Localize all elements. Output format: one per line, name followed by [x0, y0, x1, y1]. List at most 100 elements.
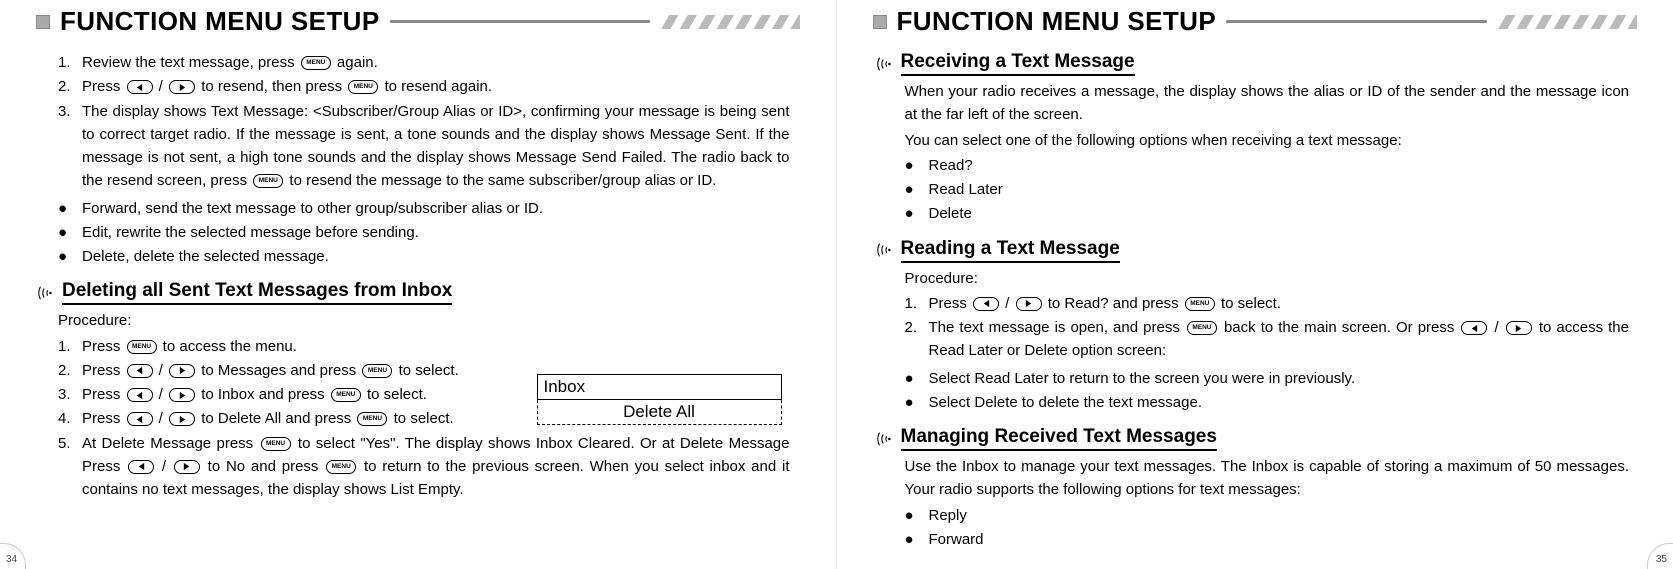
- radio-waves-icon: [875, 53, 893, 75]
- list-item: 2.The text message is open, and press ME…: [905, 316, 1630, 363]
- list-item: 1.Press / to Read? and press MENU to sel…: [905, 292, 1630, 315]
- left-arrow-key-icon: [127, 388, 153, 402]
- bullet-icon: ●: [905, 391, 929, 414]
- left-arrow-key-icon: [973, 297, 999, 311]
- right-arrow-key-icon: [174, 460, 200, 474]
- list-number: 1.: [905, 292, 929, 315]
- menu-key-icon: MENU: [301, 56, 331, 70]
- list-item: 2.Press / to resend, then press MENU to …: [58, 75, 790, 98]
- procedure-label: Procedure:: [58, 309, 790, 332]
- header-row: FUNCTION MENU SETUP: [873, 6, 1638, 37]
- list-text: Reply: [929, 504, 967, 527]
- section-title: Receiving a Text Message: [901, 51, 1135, 76]
- list-item: ●Read Later: [905, 178, 1630, 201]
- list-text: Press / to Messages and press MENU to se…: [82, 359, 602, 382]
- header-title-right: FUNCTION MENU SETUP: [897, 6, 1217, 37]
- left-top-bullet-list: ●Forward, send the text message to other…: [58, 197, 790, 269]
- page-number-left: 34: [6, 554, 17, 565]
- bullet-icon: ●: [905, 202, 929, 225]
- list-item: ●Delete: [905, 202, 1630, 225]
- paragraph: When your radio receives a message, the …: [905, 80, 1630, 127]
- bullet-icon: ●: [905, 154, 929, 177]
- menu-key-icon: MENU: [357, 412, 387, 426]
- menu-key-icon: MENU: [261, 437, 291, 451]
- bullet-icon: ●: [905, 367, 929, 390]
- menu-key-icon: MENU: [127, 340, 157, 354]
- list-text: Read Later: [929, 178, 1003, 201]
- list-number: 1.: [58, 335, 82, 358]
- right-a-bullet-list: ●Read? ●Read Later ●Delete: [905, 154, 1630, 226]
- list-item: ●Forward: [905, 528, 1630, 551]
- right-body: Receiving a Text Message When your radio…: [873, 51, 1638, 551]
- paragraph: You can select one of the following opti…: [905, 129, 1630, 152]
- header-bullet-box: [873, 15, 887, 29]
- bullet-icon: ●: [58, 197, 82, 220]
- section-title: Deleting all Sent Text Messages from Inb…: [62, 280, 452, 305]
- list-text: Select Delete to delete the text message…: [929, 391, 1203, 414]
- list-item: ●Select Read Later to return to the scre…: [905, 367, 1630, 390]
- left-arrow-key-icon: [1461, 321, 1487, 335]
- right-arrow-key-icon: [1016, 297, 1042, 311]
- list-item: 3.The display shows Text Message: <Subsc…: [58, 100, 790, 193]
- list-number: 2.: [58, 75, 82, 98]
- list-number: 5.: [58, 432, 82, 455]
- menu-key-icon: MENU: [326, 460, 356, 474]
- list-item: 1.Review the text message, press MENU ag…: [58, 51, 790, 74]
- list-item: ●Edit, rewrite the selected message befo…: [58, 221, 790, 244]
- list-text: Edit, rewrite the selected message befor…: [82, 221, 419, 244]
- page-number-right: 35: [1656, 554, 1667, 565]
- right-b-numbered-list: 1.Press / to Read? and press MENU to sel…: [905, 292, 1630, 363]
- right-arrow-key-icon: [169, 364, 195, 378]
- header-hatch-icon: [660, 15, 800, 29]
- left-top-numbered-list: 1.Review the text message, press MENU ag…: [58, 51, 790, 193]
- right-arrow-key-icon: [1506, 321, 1532, 335]
- left-arrow-key-icon: [127, 80, 153, 94]
- page-left: FUNCTION MENU SETUP 1.Review the text me…: [0, 0, 837, 569]
- section-heading-deleting: Deleting all Sent Text Messages from Inb…: [36, 280, 790, 305]
- list-text: Press MENU to access the menu.: [82, 335, 790, 358]
- list-text: Forward: [929, 528, 984, 551]
- menu-key-icon: MENU: [362, 364, 392, 378]
- bullet-icon: ●: [58, 221, 82, 244]
- section-title: Reading a Text Message: [901, 238, 1120, 263]
- list-text: Press / to resend, then press MENU to re…: [82, 75, 790, 98]
- list-item: 1.Press MENU to access the menu.: [58, 335, 790, 358]
- list-text: Delete: [929, 202, 972, 225]
- list-item: ●Forward, send the text message to other…: [58, 197, 790, 220]
- list-text: Delete, delete the selected message.: [82, 245, 329, 268]
- list-number: 2.: [905, 316, 929, 339]
- screen-illustration: Inbox Delete All: [537, 374, 782, 425]
- left-arrow-key-icon: [128, 460, 154, 474]
- list-number: 3.: [58, 100, 82, 123]
- radio-waves-icon: [36, 282, 54, 304]
- right-arrow-key-icon: [169, 388, 195, 402]
- list-text: The text message is open, and press MENU…: [929, 316, 1630, 363]
- bullet-icon: ●: [905, 504, 929, 527]
- bullet-icon: ●: [905, 528, 929, 551]
- list-item: ●Select Delete to delete the text messag…: [905, 391, 1630, 414]
- radio-waves-icon: [875, 428, 893, 450]
- list-text: Select Read Later to return to the scree…: [929, 367, 1356, 390]
- list-text: At Delete Message press MENU to select "…: [82, 432, 790, 502]
- list-text: Forward, send the text message to other …: [82, 197, 543, 220]
- list-text: Read?: [929, 154, 973, 177]
- list-text: Press / to Inbox and press MENU to selec…: [82, 383, 602, 406]
- list-text: Review the text message, press MENU agai…: [82, 51, 790, 74]
- right-b-bullet-list: ●Select Read Later to return to the scre…: [905, 367, 1630, 415]
- list-number: 1.: [58, 51, 82, 74]
- list-item: ●Read?: [905, 154, 1630, 177]
- right-arrow-key-icon: [169, 412, 195, 426]
- left-arrow-key-icon: [127, 364, 153, 378]
- list-text: Press / to Read? and press MENU to selec…: [929, 292, 1630, 315]
- bullet-icon: ●: [905, 178, 929, 201]
- list-number: 2.: [58, 359, 82, 382]
- section-heading-receiving: Receiving a Text Message: [875, 51, 1630, 76]
- paragraph: Use the Inbox to manage your text messag…: [905, 455, 1630, 502]
- list-item: 5.At Delete Message press MENU to select…: [58, 432, 790, 502]
- header-bullet-box: [36, 15, 50, 29]
- menu-key-icon: MENU: [1187, 321, 1217, 335]
- list-text: Press / to Delete All and press MENU to …: [82, 407, 602, 430]
- left-body: 1.Review the text message, press MENU ag…: [36, 51, 800, 501]
- header-row: FUNCTION MENU SETUP: [36, 6, 800, 37]
- screen-row-bottom: Delete All: [537, 400, 782, 425]
